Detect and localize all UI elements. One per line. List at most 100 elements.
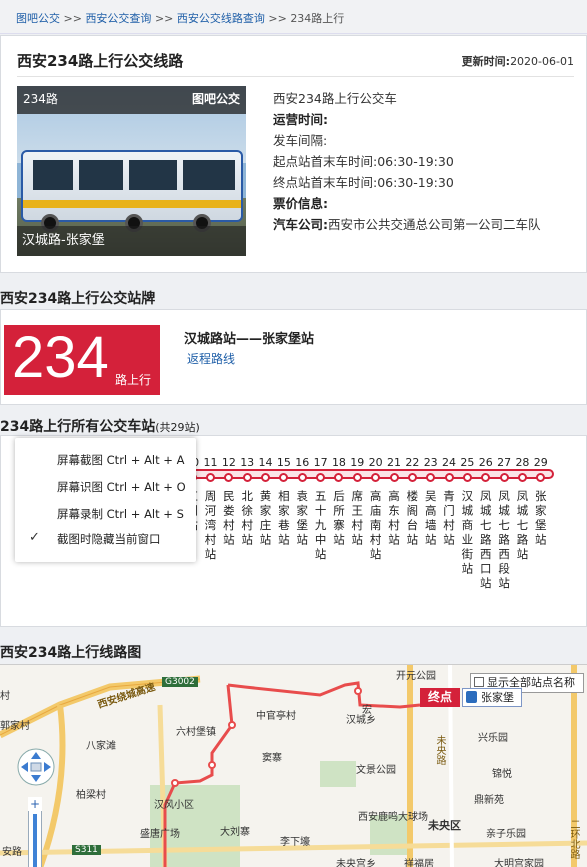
- zoom-in-icon[interactable]: +: [28, 797, 42, 811]
- stop-name[interactable]: 青门村站: [442, 490, 456, 548]
- map-label: 未央区: [428, 819, 461, 832]
- stop-name[interactable]: 吴高墙站: [424, 490, 438, 548]
- stop-item[interactable]: 24 青门村站: [440, 456, 458, 548]
- stop-name[interactable]: 汉城商业街站: [460, 490, 474, 577]
- stop-dot: [297, 473, 307, 482]
- stop-item[interactable]: 12 民娄村站: [220, 456, 238, 548]
- stop-item[interactable]: 20 高庙南村站: [367, 456, 385, 563]
- stop-item[interactable]: 18 后所寨站: [330, 456, 348, 548]
- stop-name[interactable]: 张家堡站: [534, 490, 548, 548]
- stop-item[interactable]: 29 张家堡站: [532, 456, 550, 548]
- zoom-slider[interactable]: +: [28, 797, 42, 867]
- stop-name[interactable]: 袁家堡站: [295, 490, 309, 548]
- stop-number: 21: [387, 456, 401, 469]
- sign-section-title: 西安234路上行公交站牌: [0, 291, 156, 307]
- map-label: 宏: [362, 705, 372, 716]
- stop-item[interactable]: 25 汉城商业街站: [458, 456, 476, 577]
- menu-item-image-recognition[interactable]: 屏幕识图 Ctrl + Alt + O: [57, 478, 186, 496]
- stop-item[interactable]: 16 袁家堡站: [293, 456, 311, 548]
- stop-number: 16: [295, 456, 310, 469]
- route-endpoints: 汉城路站——张家堡站: [184, 332, 315, 347]
- stops-section-title: 234路上行所有公交车站(共29站): [0, 416, 200, 436]
- map-label: 未央宫乡: [336, 859, 376, 867]
- stop-name[interactable]: 高东村站: [387, 490, 401, 548]
- stop-item[interactable]: 23 吴高墙站: [422, 456, 440, 548]
- stop-name[interactable]: 楼阁台站: [405, 490, 419, 548]
- map-label: 汉风小区: [154, 800, 194, 811]
- stop-name[interactable]: 凤城七路西口站: [479, 490, 493, 592]
- map-label: 柏梁村: [76, 790, 106, 801]
- interval: 发车间隔:: [273, 133, 328, 148]
- stop-dot: [334, 473, 344, 482]
- stop-dot: [316, 473, 326, 482]
- breadcrumb-sep: >>: [268, 12, 287, 25]
- map-label: 鼎新苑: [474, 795, 504, 806]
- end-stop-label[interactable]: 张家堡: [462, 688, 522, 707]
- company-label: 汽车公司:: [273, 217, 328, 232]
- stop-name[interactable]: 民娄村站: [222, 490, 236, 548]
- breadcrumb-line-query[interactable]: 西安公交线路查询: [177, 12, 265, 25]
- stop-number: 24: [442, 456, 457, 469]
- map-label: 八家滩: [86, 741, 116, 752]
- photo-caption: 汉城路-张家堡: [17, 226, 246, 256]
- stop-item[interactable]: 14 黄家庄站: [257, 456, 275, 548]
- stop-item[interactable]: 22 楼阁台站: [403, 456, 421, 548]
- map-label: 亲子乐园: [486, 829, 526, 840]
- stop-dot: [426, 473, 436, 482]
- pan-control[interactable]: [16, 747, 56, 787]
- stop-item[interactable]: 17 五十九中站: [312, 456, 330, 563]
- stop-number: 17: [313, 456, 328, 469]
- stop-count: (共29站): [155, 421, 200, 434]
- map-label: 六村堡镇: [176, 727, 216, 738]
- map-label: 开元公园: [396, 671, 436, 682]
- stop-item[interactable]: 11 周河湾村站: [202, 456, 220, 563]
- menu-item-screenshot[interactable]: 屏幕截图 Ctrl + Alt + A: [57, 451, 184, 469]
- stop-name[interactable]: 周河湾村站: [204, 490, 218, 563]
- stop-name[interactable]: 席王村站: [350, 490, 364, 548]
- stop-name[interactable]: 相家巷站: [277, 490, 291, 548]
- stop-number: 12: [221, 456, 236, 469]
- stop-item[interactable]: 26 凤城七路西口站: [477, 456, 495, 592]
- bus-image: [21, 150, 243, 222]
- stop-item[interactable]: 15 相家巷站: [275, 456, 293, 548]
- stop-item[interactable]: 21 高东村站: [385, 456, 403, 548]
- update-value: 2020-06-01: [510, 55, 574, 68]
- checkbox[interactable]: [474, 677, 484, 687]
- map-label: 大明宫家园: [494, 859, 544, 867]
- stop-name[interactable]: 北徐村站: [240, 490, 254, 548]
- stop-item[interactable]: 19 席王村站: [348, 456, 366, 548]
- stop-number: 27: [497, 456, 512, 469]
- stop-dot: [242, 473, 252, 482]
- stop-item[interactable]: 13 北徐村站: [238, 456, 256, 548]
- menu-item-hide-window[interactable]: 截图时隐藏当前窗口: [57, 530, 161, 548]
- map-label: 祥福居: [404, 859, 434, 867]
- map-label: G3002: [162, 677, 198, 687]
- route-map[interactable]: 村郭家村 八家滩 柏梁村 六村堡镇 中官亭村 汉城乡 窦寨 汉风小区 盛唐广场 大刘寨 李下壕 西安鹿…: [0, 664, 587, 867]
- stop-name[interactable]: 黄家庄站: [259, 490, 273, 548]
- stop-name[interactable]: 后所寨站: [332, 490, 346, 548]
- stop-name[interactable]: 凤城七路站: [515, 490, 529, 563]
- route-sign: 234 路上行 汉城路站——张家堡站 返程路线: [0, 309, 587, 405]
- route-number-box: 234 路上行: [4, 325, 160, 395]
- stop-number: 20: [368, 456, 383, 469]
- menu-item-screen-record[interactable]: 屏幕录制 Ctrl + Alt + S: [57, 505, 184, 523]
- return-route-link[interactable]: 返程路线: [187, 350, 235, 367]
- end-marker[interactable]: 终点: [420, 688, 460, 707]
- line-info-card: 西安234路上行公交线路 更新时间:2020-06-01 234路 图吧公交 汉…: [0, 35, 587, 273]
- stop-name[interactable]: 凤城七路西段站: [497, 490, 511, 592]
- stop-name[interactable]: 五十九中站: [314, 490, 328, 563]
- start-times: 起点站首末车时间:06:30-19:30: [273, 154, 454, 169]
- stop-item[interactable]: 27 凤城七路西段站: [495, 456, 513, 592]
- breadcrumb-bus-query[interactable]: 西安公交查询: [85, 12, 151, 25]
- photo-header: 234路 图吧公交: [17, 86, 246, 114]
- stop-dot: [462, 473, 472, 482]
- line-name: 西安234路上行公交车: [273, 91, 397, 106]
- company-row: 汽车公司:西安市公共交通总公司第一公司二车队: [273, 214, 541, 235]
- stop-item[interactable]: 28 凤城七路站: [513, 456, 531, 563]
- breadcrumb-sep: >>: [154, 12, 174, 25]
- stop-dot: [444, 473, 454, 482]
- stop-dot: [224, 473, 234, 482]
- map-label: S311: [72, 845, 101, 855]
- stop-name[interactable]: 高庙南村站: [369, 490, 383, 563]
- breadcrumb-home[interactable]: 图吧公交: [16, 12, 60, 25]
